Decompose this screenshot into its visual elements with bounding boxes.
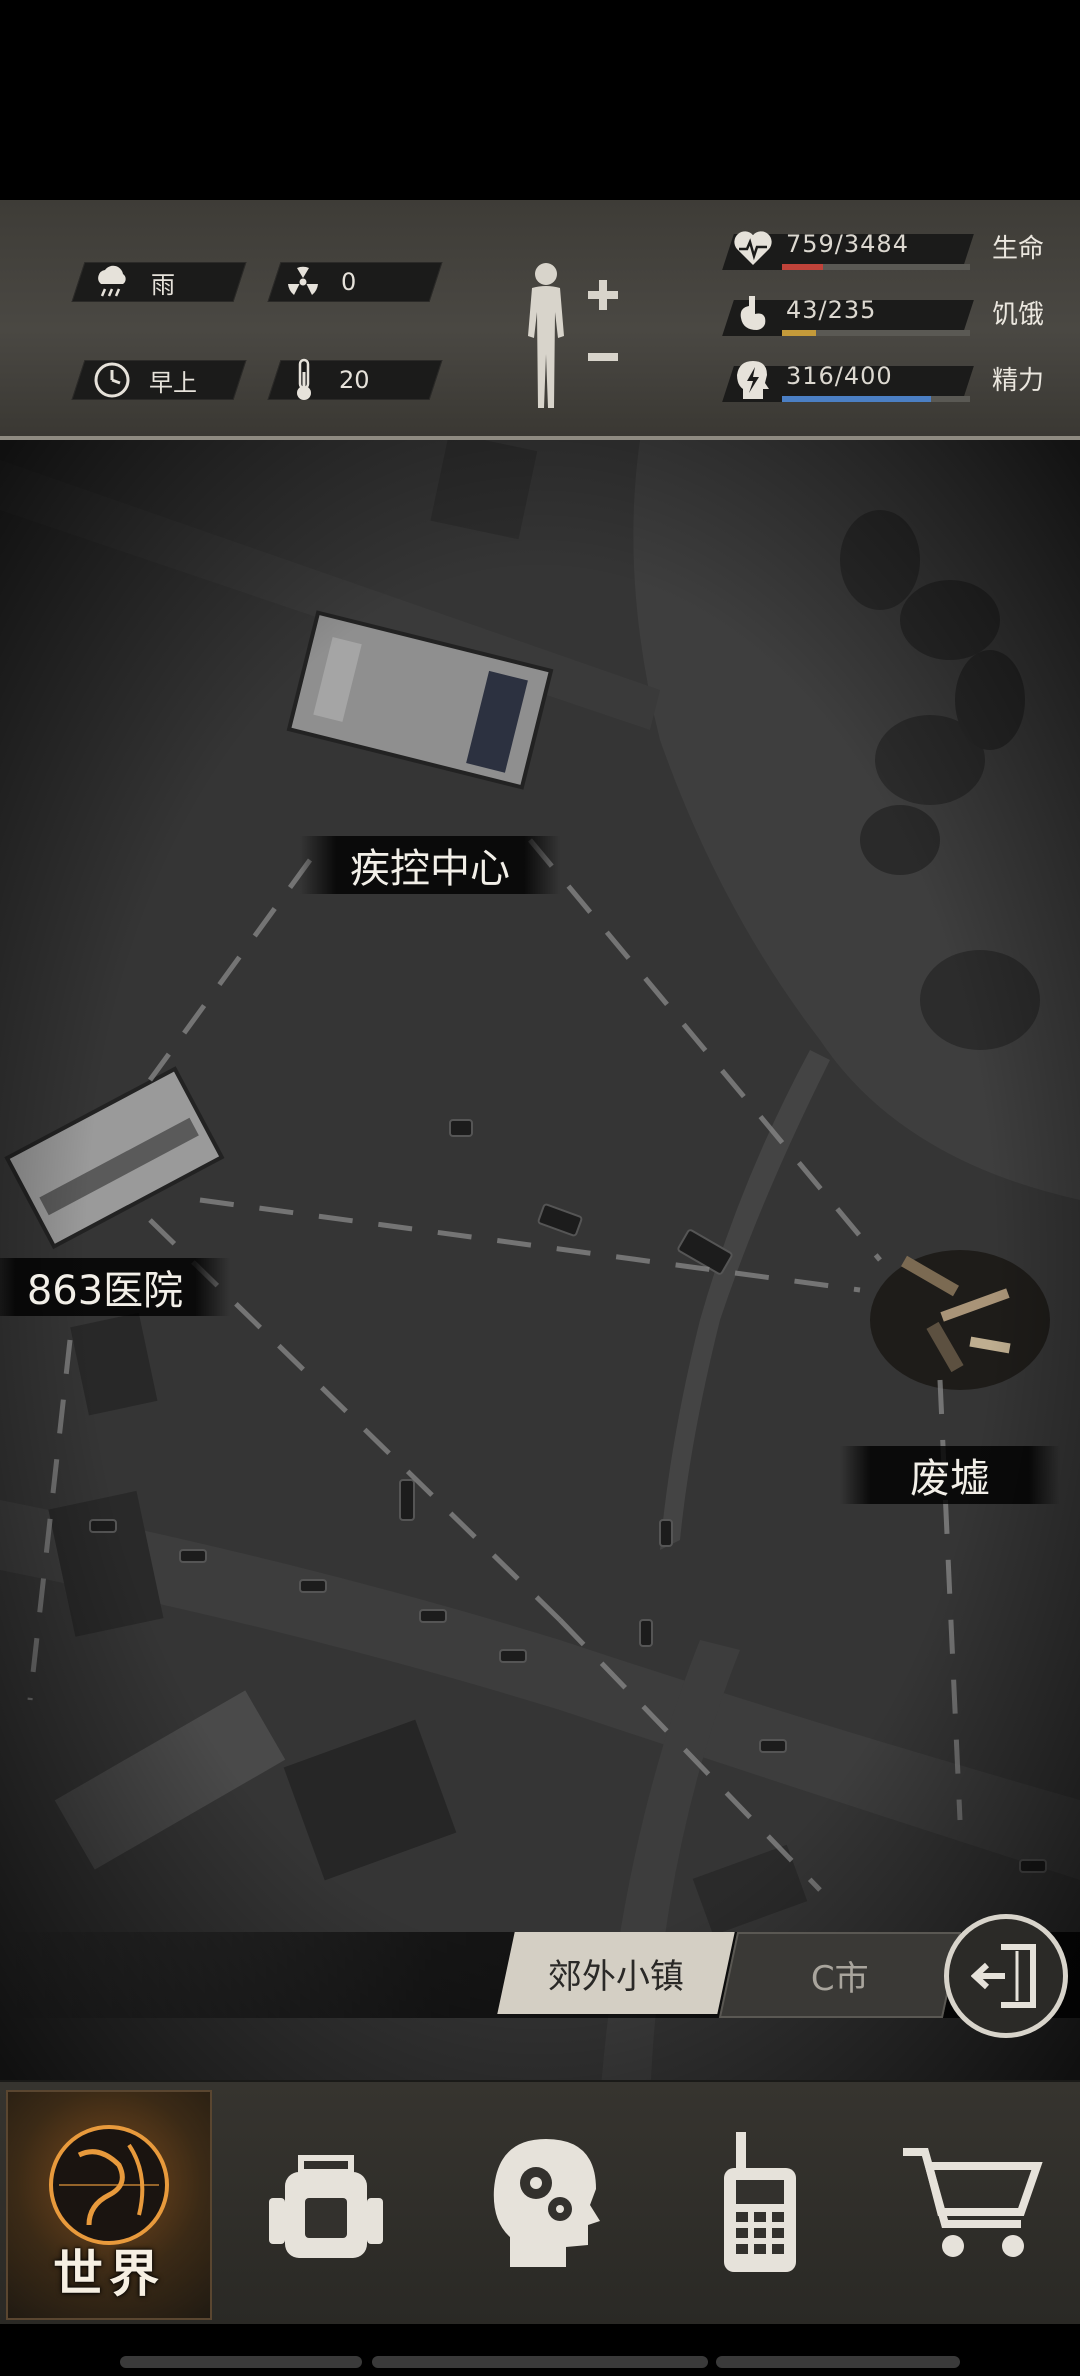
rain-cloud-icon <box>93 264 133 300</box>
system-bar-segment <box>716 2356 960 2368</box>
energy-bar <box>782 396 970 402</box>
bottom-nav: 世界 <box>0 2080 1080 2324</box>
radiation-value: 0 <box>341 268 357 296</box>
health-bar <box>782 264 970 270</box>
weather-pill[interactable]: 雨 <box>71 262 247 302</box>
map-location-hospital[interactable]: 863医院 <box>0 1258 230 1316</box>
hunger-bar-fill <box>782 330 817 336</box>
stomach-icon <box>730 292 776 336</box>
head-gears-icon <box>493 2139 600 2267</box>
time-label: 早上 <box>149 368 197 397</box>
tab-suburb-town[interactable]: 郊外小镇 <box>497 1932 735 2014</box>
nav-radio[interactable] <box>660 2090 860 2316</box>
tab-c-city[interactable]: C市 <box>718 1932 962 2018</box>
map-location-ruins[interactable]: 废墟 <box>840 1446 1060 1504</box>
energy-value: 316/400 <box>786 362 893 390</box>
hunger-bar <box>782 330 970 336</box>
system-bar-segment <box>120 2356 362 2368</box>
plus-icon[interactable] <box>586 278 620 312</box>
minus-icon[interactable] <box>586 352 620 362</box>
body-status-button[interactable] <box>518 258 628 414</box>
temperature-pill[interactable]: 20 <box>267 358 443 402</box>
nav-skills[interactable] <box>446 2090 646 2316</box>
hunger-value: 43/235 <box>786 296 877 324</box>
location-label: 废墟 <box>910 1456 990 1502</box>
health-value: 759/3484 <box>786 230 909 258</box>
tab-label: C市 <box>811 1958 869 1999</box>
system-bar-segment <box>372 2356 708 2368</box>
radiation-icon <box>285 264 321 300</box>
backpack-icon <box>269 2155 383 2258</box>
energy-label: 精力 <box>992 366 1045 396</box>
health-bar-fill <box>782 264 823 270</box>
region-tabs: 郊外小镇 C市 <box>0 1932 1080 2018</box>
health-label: 生命 <box>992 234 1045 264</box>
temperature-value: 20 <box>339 366 370 394</box>
location-label: 863医院 <box>26 1268 184 1314</box>
hunger-label: 饥饿 <box>992 300 1045 330</box>
heart-pulse-icon <box>730 226 776 270</box>
thermometer-icon <box>293 358 315 402</box>
status-panel: 雨 0 早上 20 759/3484 生命 43/235 饥饿 316/400 … <box>0 200 1080 440</box>
nav-backpack[interactable] <box>226 2090 426 2316</box>
nav-world[interactable]: 世界 <box>6 2090 212 2320</box>
shopping-cart-icon <box>903 2148 1043 2257</box>
exit-button[interactable] <box>944 1914 1068 2038</box>
map-location-cdc[interactable]: 疾控中心 <box>300 836 560 894</box>
top-black-bar <box>0 0 1080 200</box>
nav-shop[interactable] <box>872 2090 1072 2316</box>
radiation-pill[interactable]: 0 <box>267 262 443 302</box>
exit-door-icon <box>971 1944 1036 2008</box>
time-pill[interactable]: 早上 <box>71 360 247 400</box>
tab-label: 郊外小镇 <box>548 1956 684 1997</box>
clock-icon <box>93 361 131 399</box>
world-map[interactable]: 疾控中心 863医院 废墟 <box>0 440 1080 2080</box>
weather-label: 雨 <box>151 270 175 299</box>
head-lightning-icon <box>730 358 776 402</box>
nav-world-label: 世界 <box>53 2245 165 2303</box>
location-label: 疾控中心 <box>350 846 510 892</box>
walkie-talkie-icon <box>724 2132 796 2272</box>
energy-bar-fill <box>782 396 931 402</box>
